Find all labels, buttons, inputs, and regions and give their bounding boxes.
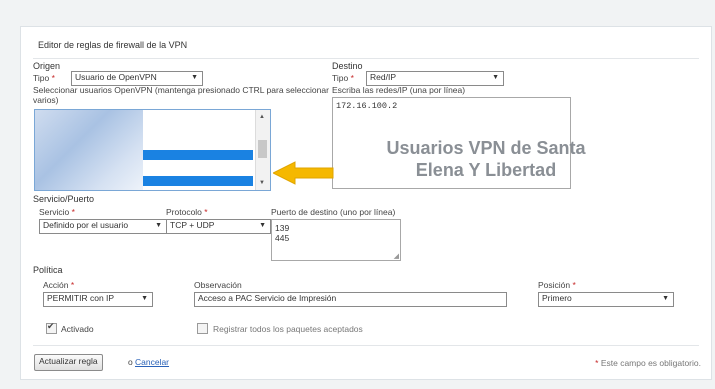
protocol-label: Protocolo * bbox=[166, 207, 208, 217]
destination-port-textarea[interactable]: 139 445 ◢ bbox=[271, 219, 401, 261]
panel-title: Editor de reglas de firewall de la VPN bbox=[38, 40, 188, 50]
callout-line-1: Usuarios VPN de Santa bbox=[386, 138, 586, 158]
update-rule-button[interactable]: Actualizar regla bbox=[34, 354, 103, 371]
position-select[interactable]: Primero ▼ bbox=[538, 292, 674, 307]
cancel-link[interactable]: Cancelar bbox=[135, 357, 169, 367]
callout-annotation: Usuarios VPN de Santa Elena Y Libertad bbox=[351, 137, 621, 181]
service-select[interactable]: Definido por el usuario ▼ bbox=[39, 219, 167, 234]
required-field-note: * Este campo es obligatorio. bbox=[595, 358, 701, 368]
scroll-up-icon[interactable]: ▲ bbox=[259, 114, 265, 120]
list-item-selected[interactable] bbox=[143, 150, 253, 160]
destination-port-label: Puerto de destino (uno por línea) bbox=[271, 207, 396, 217]
protocol-select[interactable]: TCP + UDP ▼ bbox=[166, 219, 271, 234]
service-value: Definido por el usuario bbox=[43, 220, 129, 230]
origin-type-select[interactable]: Usuario de OpenVPN ▼ bbox=[71, 71, 203, 86]
remark-label: Observación bbox=[194, 280, 242, 290]
service-section-title: Servicio/Puerto bbox=[33, 194, 95, 204]
remark-value: Acceso a PAC Servicio de Impresión bbox=[198, 293, 337, 303]
destination-type-label: Tipo * bbox=[332, 73, 354, 83]
action-label: Acción * bbox=[43, 280, 75, 290]
position-label: Posición * bbox=[538, 280, 576, 290]
listbox-blurred-region bbox=[35, 110, 143, 190]
origin-help-text: Seleccionar usuarios OpenVPN (mantenga p… bbox=[33, 85, 329, 105]
resize-handle-icon[interactable]: ◢ bbox=[394, 252, 399, 260]
protocol-value: TCP + UDP bbox=[170, 220, 215, 230]
destination-port-values: 139 445 bbox=[275, 223, 290, 243]
destination-type-value: Red/IP bbox=[370, 72, 396, 82]
action-select[interactable]: PERMITIR con IP ▼ bbox=[43, 292, 153, 307]
destination-type-select[interactable]: Red/IP ▼ bbox=[366, 71, 504, 86]
scroll-down-icon[interactable]: ▼ bbox=[259, 180, 265, 186]
destination-section-title: Destino bbox=[332, 61, 363, 71]
origin-type-value: Usuario de OpenVPN bbox=[75, 72, 157, 82]
service-label: Servicio * bbox=[39, 207, 75, 217]
checkmark-icon: ✔ bbox=[47, 321, 55, 331]
chevron-down-icon: ▼ bbox=[259, 222, 266, 229]
remark-input[interactable]: Acceso a PAC Servicio de Impresión bbox=[194, 292, 507, 307]
callout-line-2: Elena Y Libertad bbox=[415, 160, 557, 180]
chevron-down-icon: ▼ bbox=[141, 295, 148, 302]
chevron-down-icon: ▼ bbox=[662, 295, 669, 302]
chevron-down-icon: ▼ bbox=[191, 74, 198, 81]
log-packets-checkbox[interactable] bbox=[197, 323, 208, 334]
scrollbar-thumb[interactable] bbox=[258, 140, 267, 158]
title-divider bbox=[33, 58, 699, 59]
enabled-checkbox[interactable]: ✔ bbox=[46, 321, 57, 334]
firewall-rule-editor-panel: Editor de reglas de firewall de la VPN O… bbox=[20, 26, 712, 380]
footer-divider bbox=[33, 345, 699, 346]
policy-section-title: Política bbox=[33, 265, 63, 275]
enabled-label: Activado bbox=[61, 324, 94, 334]
origin-type-label: Tipo * bbox=[33, 73, 55, 83]
log-packets-label: Registrar todos los paquetes aceptados bbox=[213, 324, 363, 334]
callout-arrow-icon bbox=[273, 161, 334, 185]
or-text: o bbox=[128, 357, 133, 367]
openvpn-users-listbox[interactable]: ▲ ▼ bbox=[34, 109, 271, 191]
listbox-scrollbar[interactable]: ▲ ▼ bbox=[255, 110, 270, 190]
destination-help-text: Escriba las redes/IP (una por línea) bbox=[332, 85, 466, 95]
origin-section-title: Origen bbox=[33, 61, 61, 71]
position-value: Primero bbox=[542, 293, 572, 303]
chevron-down-icon: ▼ bbox=[492, 74, 499, 81]
list-item-selected[interactable] bbox=[143, 176, 253, 186]
action-value: PERMITIR con IP bbox=[47, 293, 115, 303]
chevron-down-icon: ▼ bbox=[155, 222, 162, 229]
destination-network-value: 172.16.100.2 bbox=[336, 101, 398, 111]
